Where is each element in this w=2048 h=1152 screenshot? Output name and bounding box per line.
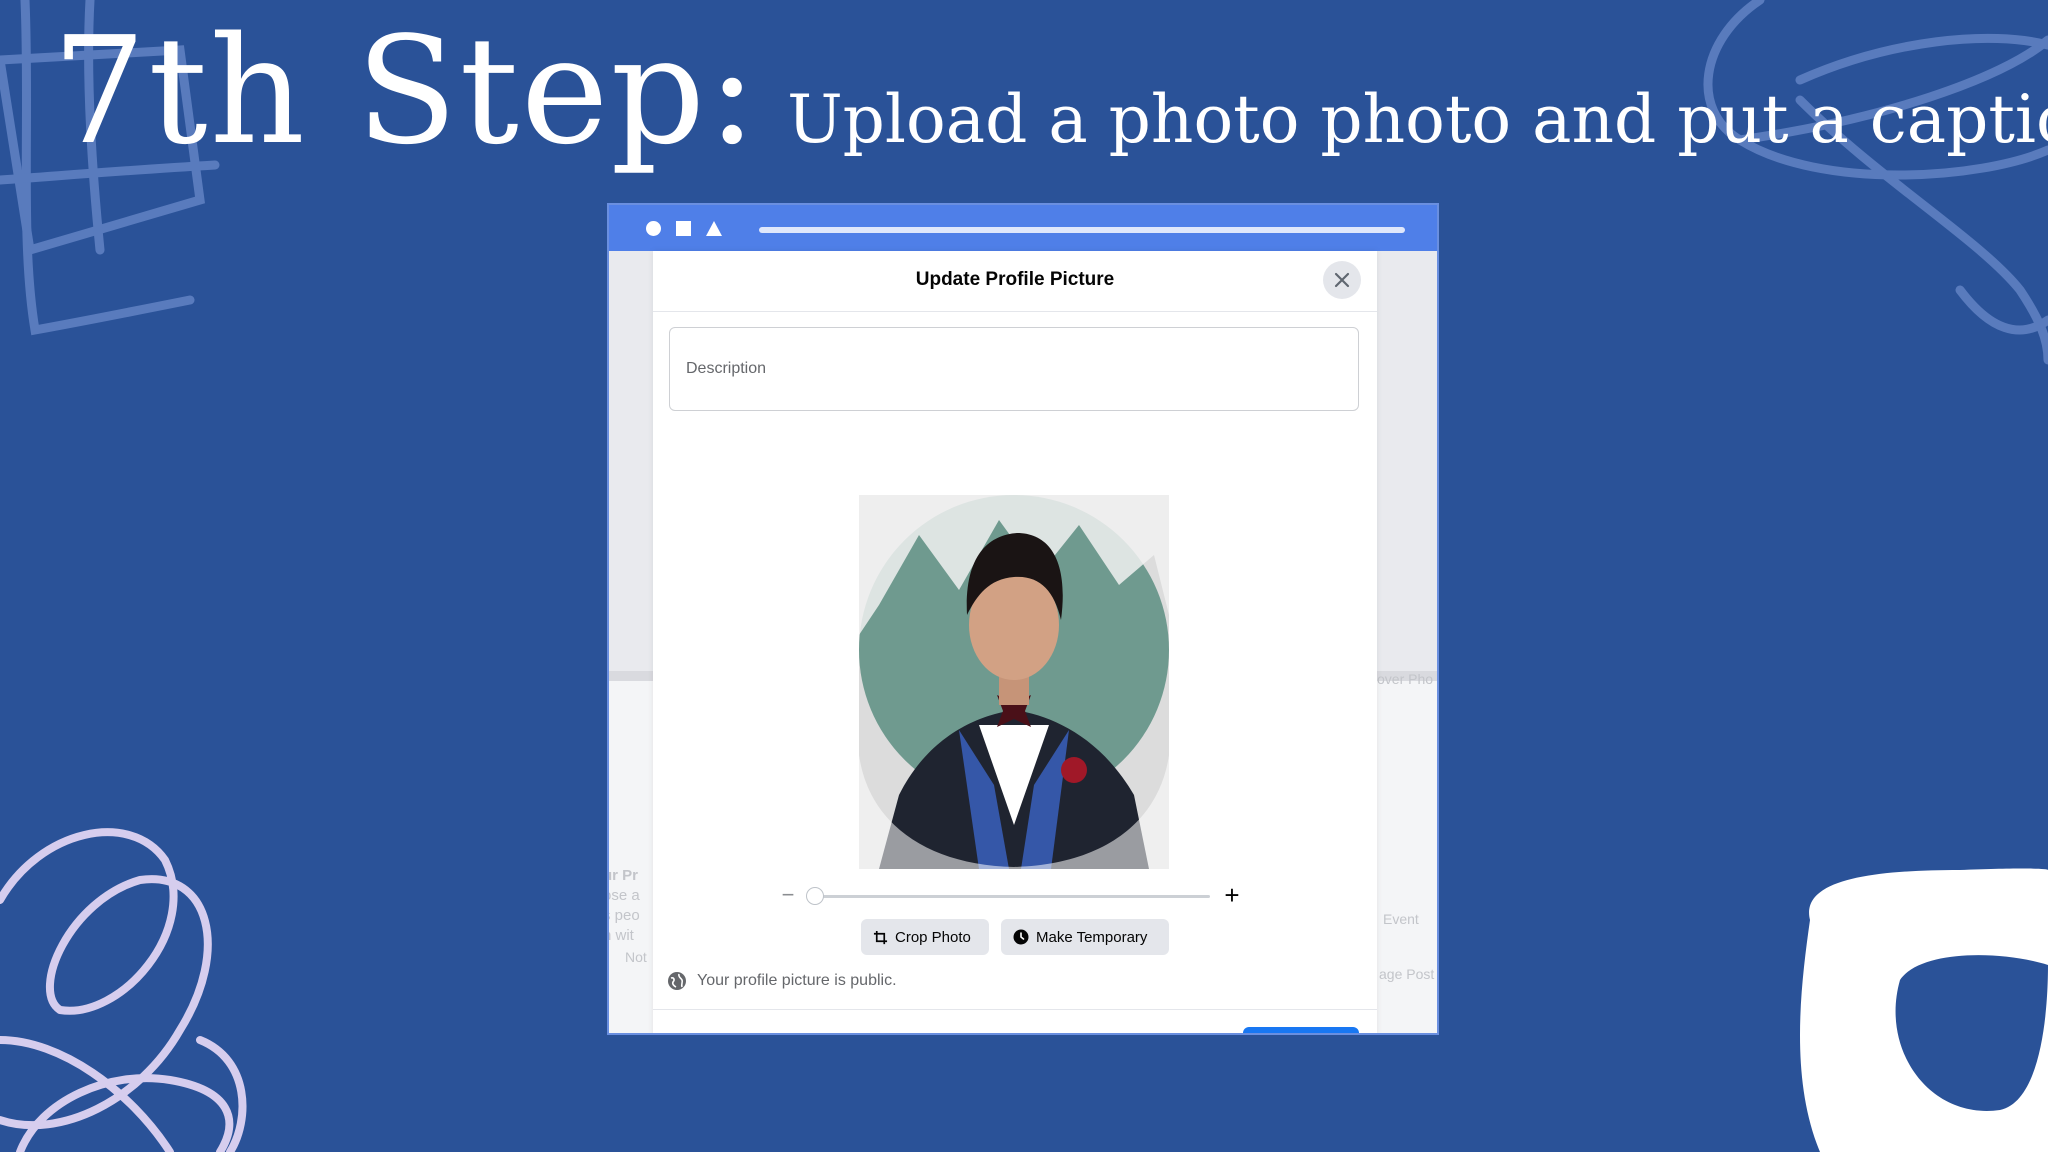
clock-icon: [1013, 929, 1029, 945]
browser-toolbar: [609, 205, 1437, 251]
background-left-line: h wit: [609, 927, 634, 944]
triangle-icon: [706, 221, 722, 236]
address-bar[interactable]: [759, 227, 1405, 233]
background-left-line: ose a: [609, 887, 640, 904]
slide-title: 7th Step: Upload a photo photo and put a…: [52, 5, 2048, 177]
zoom-in-icon[interactable]: +: [1220, 882, 1244, 909]
make-temporary-button[interactable]: Make Temporary: [1001, 919, 1169, 955]
background-page-post-text: age Post: [1379, 966, 1435, 982]
background-left-line: s peo: [609, 907, 640, 924]
background-cover-photo-text: over Pho: [1377, 671, 1434, 687]
globe-icon: [668, 972, 686, 990]
zoom-out-icon[interactable]: −: [778, 883, 798, 909]
white-blob-shape: [1800, 868, 2048, 1152]
circle-icon: [646, 221, 661, 236]
profile-photo-image: [859, 495, 1169, 869]
dialog-header: Update Profile Picture: [653, 251, 1377, 312]
update-profile-picture-dialog: Update Profile Picture Description − + C…: [653, 251, 1377, 1033]
background-event-text: Event: [1383, 911, 1419, 927]
crop-photo-label: Crop Photo: [895, 928, 971, 946]
zoom-track[interactable]: [808, 895, 1210, 898]
crop-photo-button[interactable]: Crop Photo: [861, 919, 989, 955]
crop-icon: [873, 930, 888, 944]
profile-photo-preview[interactable]: [859, 495, 1169, 869]
background-left-not: Not: [625, 949, 647, 965]
close-button[interactable]: [1323, 261, 1361, 299]
save-button[interactable]: [1243, 1027, 1359, 1033]
step-caption: Upload a photo photo and put a caption: [787, 81, 2048, 158]
dialog-footer-divider: [653, 1009, 1377, 1010]
dialog-title: Update Profile Picture: [915, 269, 1115, 290]
privacy-notice: Your profile picture is public.: [667, 969, 897, 993]
zoom-slider[interactable]: − +: [778, 882, 1258, 909]
privacy-text: Your profile picture is public.: [697, 972, 897, 989]
browser-window: over Pho Event age Post ur Pr ose a s pe…: [607, 203, 1439, 1035]
close-icon: [1334, 272, 1350, 288]
description-input[interactable]: [669, 327, 1359, 411]
zoom-thumb[interactable]: [806, 887, 824, 905]
make-temporary-label: Make Temporary: [1036, 928, 1148, 946]
step-label: 7th Step:: [52, 5, 760, 177]
background-left-heading: ur Pr: [609, 867, 639, 884]
square-icon: [676, 221, 691, 236]
